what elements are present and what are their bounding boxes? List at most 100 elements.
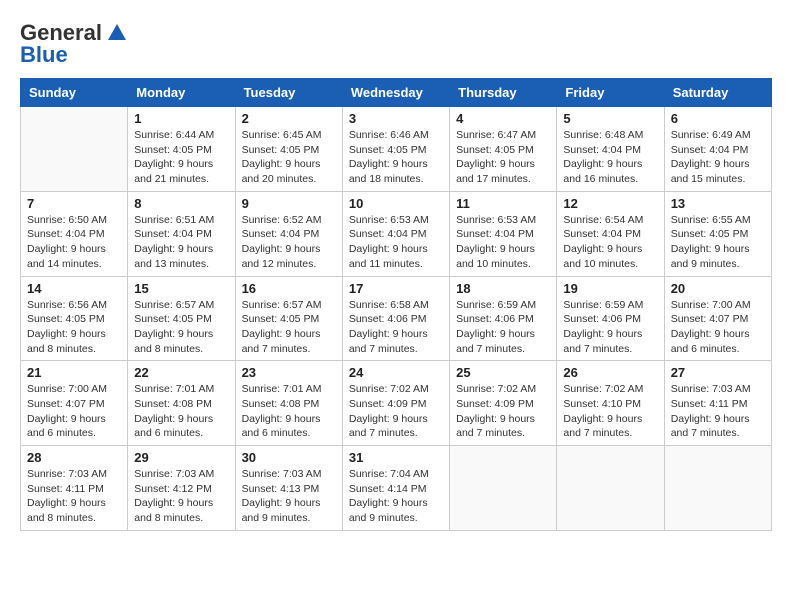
day-info: Sunrise: 7:04 AMSunset: 4:14 PMDaylight:… [349, 467, 443, 526]
day-info: Sunrise: 6:57 AMSunset: 4:05 PMDaylight:… [134, 298, 228, 357]
logo: General Blue [20, 20, 128, 68]
day-info: Sunrise: 6:53 AMSunset: 4:04 PMDaylight:… [456, 213, 550, 272]
calendar-cell: 31 Sunrise: 7:04 AMSunset: 4:14 PMDayligh… [342, 446, 449, 531]
day-info: Sunrise: 6:44 AMSunset: 4:05 PMDaylight:… [134, 128, 228, 187]
day-info: Sunrise: 7:02 AMSunset: 4:09 PMDaylight:… [456, 382, 550, 441]
day-number: 6 [671, 111, 765, 126]
day-number: 22 [134, 365, 228, 380]
day-info: Sunrise: 6:45 AMSunset: 4:05 PMDaylight:… [242, 128, 336, 187]
calendar-cell: 8 Sunrise: 6:51 AMSunset: 4:04 PMDaylight… [128, 191, 235, 276]
calendar-header-saturday: Saturday [664, 79, 771, 107]
day-info: Sunrise: 7:02 AMSunset: 4:09 PMDaylight:… [349, 382, 443, 441]
day-number: 28 [27, 450, 121, 465]
day-number: 7 [27, 196, 121, 211]
day-number: 2 [242, 111, 336, 126]
calendar-cell: 6 Sunrise: 6:49 AMSunset: 4:04 PMDaylight… [664, 107, 771, 192]
calendar-header-thursday: Thursday [450, 79, 557, 107]
calendar-cell: 23Sunrise: 7:01 AMSunset: 4:08 PMDayligh… [235, 361, 342, 446]
calendar-cell: 28 Sunrise: 7:03 AMSunset: 4:11 PMDayligh… [21, 446, 128, 531]
calendar-cell: 3Sunrise: 6:46 AMSunset: 4:05 PMDaylight… [342, 107, 449, 192]
calendar-cell: 25 Sunrise: 7:02 AMSunset: 4:09 PMDayligh… [450, 361, 557, 446]
logo-blue: Blue [20, 42, 68, 68]
calendar: SundayMondayTuesdayWednesdayThursdayFrid… [20, 78, 772, 531]
calendar-cell: 24 Sunrise: 7:02 AMSunset: 4:09 PMDayligh… [342, 361, 449, 446]
calendar-cell: 5Sunrise: 6:48 AMSunset: 4:04 PMDaylight… [557, 107, 664, 192]
day-number: 21 [27, 365, 121, 380]
day-info: Sunrise: 6:56 AMSunset: 4:05 PMDaylight:… [27, 298, 121, 357]
calendar-cell: 22 Sunrise: 7:01 AMSunset: 4:08 PMDayligh… [128, 361, 235, 446]
calendar-week-row: 28 Sunrise: 7:03 AMSunset: 4:11 PMDayligh… [21, 446, 772, 531]
day-info: Sunrise: 7:03 AMSunset: 4:11 PMDaylight:… [27, 467, 121, 526]
calendar-cell: 17 Sunrise: 6:58 AMSunset: 4:06 PMDayligh… [342, 276, 449, 361]
day-info: Sunrise: 7:01 AMSunset: 4:08 PMDaylight:… [134, 382, 228, 441]
day-number: 13 [671, 196, 765, 211]
day-number: 24 [349, 365, 443, 380]
calendar-cell: 19Sunrise: 6:59 AMSunset: 4:06 PMDayligh… [557, 276, 664, 361]
day-number: 16 [242, 281, 336, 296]
day-info: Sunrise: 6:54 AMSunset: 4:04 PMDaylight:… [563, 213, 657, 272]
calendar-cell: 10 Sunrise: 6:53 AMSunset: 4:04 PMDayligh… [342, 191, 449, 276]
calendar-cell: 16 Sunrise: 6:57 AMSunset: 4:05 PMDayligh… [235, 276, 342, 361]
day-number: 26 [563, 365, 657, 380]
header: General Blue [20, 20, 772, 68]
day-info: Sunrise: 6:48 AMSunset: 4:04 PMDaylight:… [563, 128, 657, 187]
day-number: 18 [456, 281, 550, 296]
calendar-week-row: 1 Sunrise: 6:44 AMSunset: 4:05 PMDaylight… [21, 107, 772, 192]
day-info: Sunrise: 6:57 AMSunset: 4:05 PMDaylight:… [242, 298, 336, 357]
calendar-cell: 29 Sunrise: 7:03 AMSunset: 4:12 PMDayligh… [128, 446, 235, 531]
calendar-header-sunday: Sunday [21, 79, 128, 107]
calendar-cell: 7 Sunrise: 6:50 AMSunset: 4:04 PMDaylight… [21, 191, 128, 276]
calendar-week-row: 7 Sunrise: 6:50 AMSunset: 4:04 PMDaylight… [21, 191, 772, 276]
day-info: Sunrise: 6:53 AMSunset: 4:04 PMDaylight:… [349, 213, 443, 272]
calendar-header-tuesday: Tuesday [235, 79, 342, 107]
day-info: Sunrise: 7:02 AMSunset: 4:10 PMDaylight:… [563, 382, 657, 441]
calendar-week-row: 21 Sunrise: 7:00 AMSunset: 4:07 PMDayligh… [21, 361, 772, 446]
day-info: Sunrise: 6:58 AMSunset: 4:06 PMDaylight:… [349, 298, 443, 357]
day-info: Sunrise: 6:47 AMSunset: 4:05 PMDaylight:… [456, 128, 550, 187]
day-info: Sunrise: 7:03 AMSunset: 4:13 PMDaylight:… [242, 467, 336, 526]
calendar-cell [664, 446, 771, 531]
calendar-cell: 26 Sunrise: 7:02 AMSunset: 4:10 PMDayligh… [557, 361, 664, 446]
day-info: Sunrise: 6:51 AMSunset: 4:04 PMDaylight:… [134, 213, 228, 272]
day-number: 12 [563, 196, 657, 211]
calendar-cell [557, 446, 664, 531]
calendar-header-friday: Friday [557, 79, 664, 107]
day-number: 20 [671, 281, 765, 296]
day-info: Sunrise: 6:55 AMSunset: 4:05 PMDaylight:… [671, 213, 765, 272]
calendar-header-wednesday: Wednesday [342, 79, 449, 107]
calendar-cell [450, 446, 557, 531]
day-info: Sunrise: 6:52 AMSunset: 4:04 PMDaylight:… [242, 213, 336, 272]
calendar-header-row: SundayMondayTuesdayWednesdayThursdayFrid… [21, 79, 772, 107]
calendar-cell: 21 Sunrise: 7:00 AMSunset: 4:07 PMDayligh… [21, 361, 128, 446]
calendar-cell: 18Sunrise: 6:59 AMSunset: 4:06 PMDayligh… [450, 276, 557, 361]
day-number: 30 [242, 450, 336, 465]
day-number: 17 [349, 281, 443, 296]
day-info: Sunrise: 7:00 AMSunset: 4:07 PMDaylight:… [27, 382, 121, 441]
day-number: 9 [242, 196, 336, 211]
day-info: Sunrise: 7:03 AMSunset: 4:12 PMDaylight:… [134, 467, 228, 526]
day-info: Sunrise: 6:50 AMSunset: 4:04 PMDaylight:… [27, 213, 121, 272]
day-number: 25 [456, 365, 550, 380]
day-number: 10 [349, 196, 443, 211]
calendar-cell [21, 107, 128, 192]
day-info: Sunrise: 6:49 AMSunset: 4:04 PMDaylight:… [671, 128, 765, 187]
day-number: 19 [563, 281, 657, 296]
logo-icon [106, 22, 128, 44]
day-info: Sunrise: 6:46 AMSunset: 4:05 PMDaylight:… [349, 128, 443, 187]
calendar-cell: 27Sunrise: 7:03 AMSunset: 4:11 PMDayligh… [664, 361, 771, 446]
calendar-cell: 14 Sunrise: 6:56 AMSunset: 4:05 PMDayligh… [21, 276, 128, 361]
calendar-cell: 30 Sunrise: 7:03 AMSunset: 4:13 PMDayligh… [235, 446, 342, 531]
day-number: 8 [134, 196, 228, 211]
calendar-cell: 11Sunrise: 6:53 AMSunset: 4:04 PMDayligh… [450, 191, 557, 276]
day-number: 14 [27, 281, 121, 296]
calendar-week-row: 14 Sunrise: 6:56 AMSunset: 4:05 PMDayligh… [21, 276, 772, 361]
day-info: Sunrise: 7:00 AMSunset: 4:07 PMDaylight:… [671, 298, 765, 357]
calendar-header-monday: Monday [128, 79, 235, 107]
day-number: 29 [134, 450, 228, 465]
calendar-cell: 20 Sunrise: 7:00 AMSunset: 4:07 PMDayligh… [664, 276, 771, 361]
day-number: 1 [134, 111, 228, 126]
calendar-cell: 1 Sunrise: 6:44 AMSunset: 4:05 PMDaylight… [128, 107, 235, 192]
calendar-cell: 2 Sunrise: 6:45 AMSunset: 4:05 PMDaylight… [235, 107, 342, 192]
day-number: 31 [349, 450, 443, 465]
day-number: 23 [242, 365, 336, 380]
